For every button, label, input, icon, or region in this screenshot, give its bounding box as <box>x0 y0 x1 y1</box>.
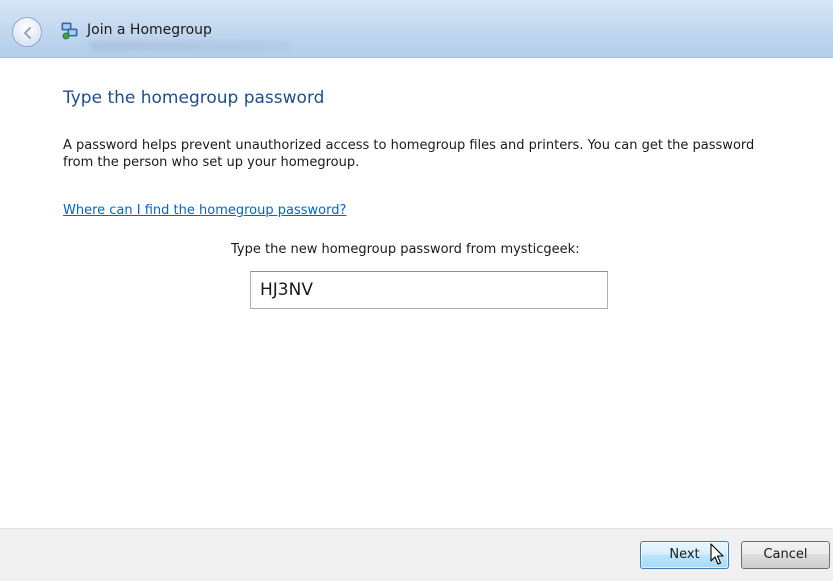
help-link[interactable]: Where can I find the homegroup password? <box>63 203 346 218</box>
back-arrow-icon <box>23 26 32 40</box>
title-bar: Join a Homegroup <box>0 0 833 58</box>
cancel-button[interactable]: Cancel <box>741 541 830 569</box>
homegroup-icon <box>61 22 78 40</box>
password-input[interactable] <box>250 271 608 309</box>
next-button[interactable]: Next <box>640 541 729 569</box>
content-area: Type the homegroup password A password h… <box>0 58 833 528</box>
blurred-titlebar-glare <box>90 41 290 51</box>
password-prompt-label: Type the new homegroup password from mys… <box>231 242 580 257</box>
page-heading: Type the homegroup password <box>63 88 325 108</box>
footer-bar: Next Cancel <box>0 528 833 581</box>
back-button[interactable] <box>12 17 42 47</box>
join-homegroup-window: Join a Homegroup Type the homegroup pass… <box>0 0 833 581</box>
description-text: A password helps prevent unauthorized ac… <box>63 138 755 170</box>
window-title: Join a Homegroup <box>87 22 212 38</box>
